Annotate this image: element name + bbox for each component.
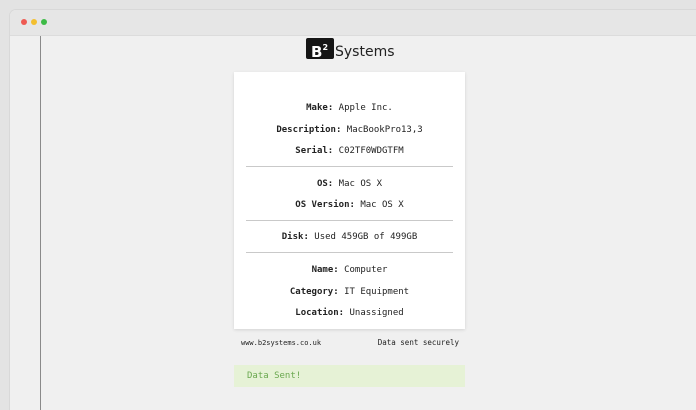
category-row: Category: IT Equipment bbox=[289, 287, 410, 297]
close-window-button[interactable] bbox=[21, 19, 27, 25]
location-row: Location: Unassigned bbox=[295, 308, 404, 318]
os-version-row: OS Version: Mac OS X bbox=[295, 200, 404, 210]
card-footer: www.b2systems.co.uk Data sent securely bbox=[234, 335, 465, 353]
device-info-card: Make: Apple Inc. Description: MacBookPro… bbox=[234, 72, 465, 329]
sidebar-divider bbox=[40, 36, 41, 410]
logo-text: Systems bbox=[335, 44, 395, 60]
divider bbox=[246, 252, 453, 253]
divider bbox=[246, 220, 453, 221]
os-row: OS: Mac OS X bbox=[316, 179, 383, 189]
website-link[interactable]: www.b2systems.co.uk bbox=[241, 339, 321, 347]
divider bbox=[246, 166, 453, 167]
make-row: Make: Apple Inc. bbox=[306, 103, 393, 113]
description-row: Description: MacBookPro13,3 bbox=[276, 125, 423, 135]
serial-row: Serial: C02TF0WDGTFM bbox=[295, 146, 404, 156]
maximize-window-button[interactable] bbox=[41, 19, 47, 25]
minimize-window-button[interactable] bbox=[31, 19, 37, 25]
logo-badge: B2 bbox=[306, 38, 334, 61]
secure-note: Data sent securely bbox=[377, 338, 459, 347]
status-banner: Data Sent! bbox=[234, 365, 465, 387]
name-row: Name: Computer bbox=[311, 265, 388, 275]
title-bar bbox=[10, 10, 696, 36]
disk-row: Disk: Used 459GB of 499GB bbox=[281, 232, 418, 242]
status-message: Data Sent! bbox=[247, 371, 302, 381]
